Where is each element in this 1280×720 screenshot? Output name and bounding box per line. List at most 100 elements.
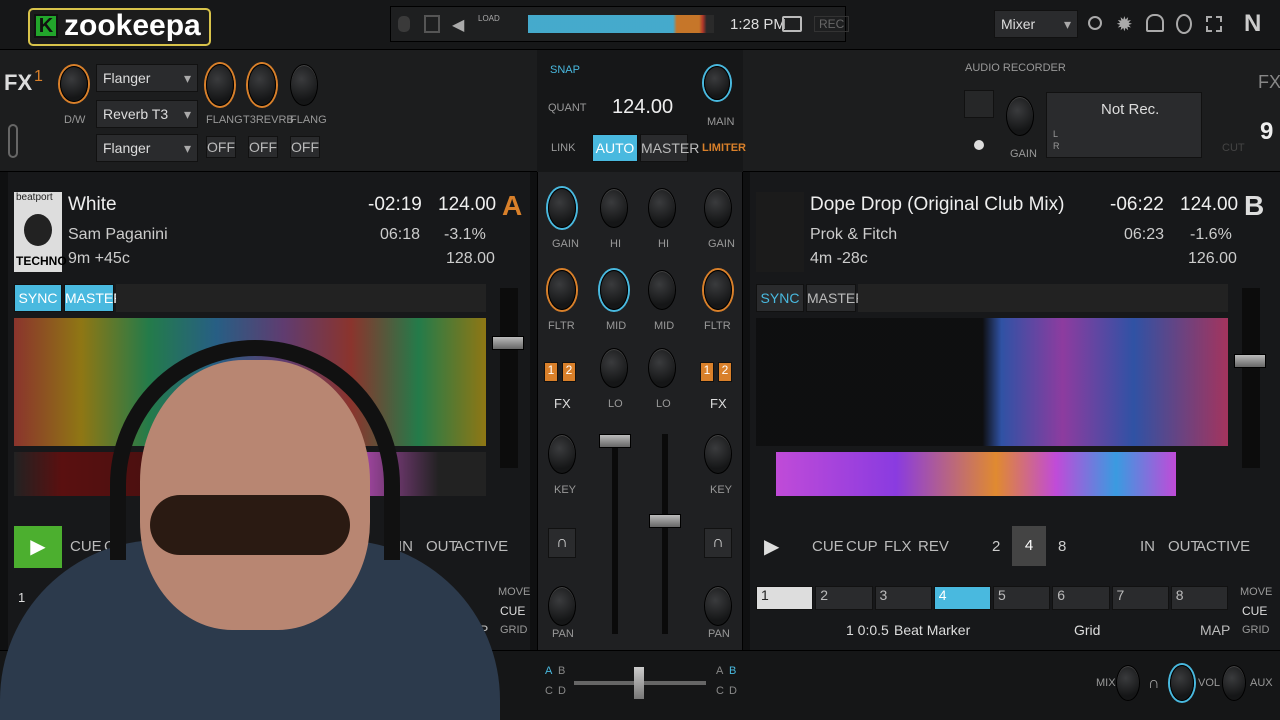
hotcue-2[interactable]: 2 (815, 586, 873, 610)
hotcue-3[interactable]: 3 (874, 586, 932, 610)
main-volume-knob[interactable] (704, 66, 730, 100)
info-icon[interactable] (1176, 14, 1192, 34)
key-knob-b[interactable] (704, 434, 732, 474)
auto-button[interactable]: AUTO (592, 134, 638, 162)
search-icon[interactable] (1088, 16, 1102, 30)
mid-knob-a[interactable] (600, 270, 628, 310)
pan-knob-b[interactable] (704, 586, 732, 626)
link-label[interactable]: LINK (551, 142, 575, 154)
snap-label[interactable]: SNAP (550, 64, 580, 76)
headphone-icon-a[interactable]: ∩ (548, 528, 576, 558)
limiter-label[interactable]: LIMITER (702, 142, 746, 154)
lo-knob-b[interactable] (648, 348, 676, 388)
cut-label[interactable]: CUT (1222, 142, 1245, 154)
quant-label[interactable]: QUANT (548, 102, 587, 114)
headphone-icon-b[interactable]: ∩ (704, 528, 732, 558)
filter-knob-b[interactable] (704, 270, 732, 310)
fx-knob-2[interactable] (248, 64, 276, 106)
dw-label: D/W (64, 114, 86, 126)
hi-label-b: HI (658, 238, 669, 250)
wireless-icon[interactable] (964, 90, 994, 118)
fx-off-2[interactable]: OFF (248, 136, 278, 158)
deck-b-loop-2[interactable]: 2 (992, 538, 1000, 555)
gain-knob-b[interactable] (704, 188, 732, 228)
hotcue-4[interactable]: 4 (933, 586, 991, 610)
deck-b-tempo-fader[interactable] (1234, 288, 1266, 468)
fx-unit-handle[interactable] (8, 124, 18, 158)
deck-a-title: White (68, 194, 117, 215)
deck-a-master[interactable]: MASTER (64, 284, 123, 312)
fx-off-3[interactable]: OFF (290, 136, 320, 158)
deck-b-cup[interactable]: CUP (846, 538, 878, 555)
fx-assign-a-2[interactable]: 2 (562, 362, 576, 382)
rec-label[interactable]: REC (814, 16, 850, 32)
hotcue-7[interactable]: 7 (1111, 586, 1169, 610)
master-clock-button[interactable]: MASTER (640, 134, 699, 162)
fx-off-1[interactable]: OFF (206, 136, 236, 158)
deck-b-grid-select[interactable]: Grid (1074, 622, 1100, 638)
recorder-gain-knob[interactable] (1006, 96, 1034, 136)
deck-b-loop-4[interactable]: 4 (1012, 526, 1046, 566)
master-bpm[interactable]: 124.00 (612, 96, 673, 119)
deck-b-beat-marker[interactable]: Beat Marker (894, 622, 970, 638)
deck-a-sync[interactable]: SYNC (14, 284, 62, 312)
layout-select[interactable]: Mixer (994, 10, 1078, 38)
hotcue-6[interactable]: 6 (1052, 586, 1110, 610)
power-icon[interactable] (398, 16, 410, 32)
deck-b-out[interactable]: OUT (1168, 538, 1200, 555)
grid-icon[interactable] (424, 15, 440, 33)
deck-b-waveform[interactable] (756, 318, 1228, 446)
fx-assign-b-2[interactable]: 2 (718, 362, 732, 382)
fx-slot-1[interactable]: Flanger (96, 64, 198, 92)
hotcue-1[interactable]: 1 (756, 586, 814, 610)
pan-knob-a[interactable] (548, 586, 576, 626)
deck-a-tempo-fader[interactable] (492, 288, 524, 468)
deck-b-master[interactable]: MASTER (806, 284, 865, 312)
xf-a-right: A (716, 665, 724, 677)
deck-b-cue[interactable]: CUE (812, 538, 844, 555)
deck-b-sync[interactable]: SYNC (756, 284, 804, 312)
clock: 1:28 PM (730, 16, 786, 33)
fx-slot-3[interactable]: Flanger (96, 134, 198, 162)
filter-knob-a[interactable] (548, 270, 576, 310)
deck-b-move-cue[interactable]: CUE (1242, 604, 1267, 618)
fx-assign-b-1[interactable]: 1 (700, 362, 714, 382)
deck-b-beat-bar[interactable] (858, 284, 1228, 312)
deck-a-beat-bar[interactable] (116, 284, 486, 312)
deck-b-rev[interactable]: REV (918, 538, 949, 555)
lo-knob-a[interactable] (600, 348, 628, 388)
deck-b-map[interactable]: MAP (1200, 622, 1230, 638)
key-knob-a[interactable] (548, 434, 576, 474)
deck-b-play-button[interactable]: ▶ (764, 534, 779, 559)
crossfader[interactable] (574, 667, 706, 699)
hi-knob-a[interactable] (600, 188, 628, 228)
deck-b-in[interactable]: IN (1140, 538, 1155, 555)
channel-fader-a[interactable] (599, 434, 631, 634)
fx-assign-a-1[interactable]: 1 (544, 362, 558, 382)
dw-knob[interactable] (60, 66, 88, 102)
rec-icon[interactable] (782, 16, 802, 32)
hi-knob-b[interactable] (648, 188, 676, 228)
speaker-icon[interactable]: ◀ (452, 15, 464, 35)
deck-a-artist: Sam Paganini (68, 226, 168, 243)
mid-knob-b[interactable] (648, 270, 676, 310)
deck-b-overview[interactable] (776, 452, 1176, 496)
fx-knob-3[interactable] (290, 64, 318, 106)
deck-b-flx[interactable]: FLX (884, 538, 912, 555)
deck-a-move-cue[interactable]: CUE (500, 604, 525, 618)
fullscreen-icon[interactable] (1206, 16, 1222, 32)
mix-knob[interactable] (1116, 665, 1140, 701)
vol-knob[interactable] (1170, 665, 1194, 701)
record-dot-icon[interactable] (974, 140, 984, 150)
hotcue-5[interactable]: 5 (993, 586, 1051, 610)
headset-icon[interactable] (1146, 14, 1164, 32)
gear-icon[interactable]: ✹ (1116, 12, 1133, 37)
hotcue-8[interactable]: 8 (1170, 586, 1228, 610)
deck-b-active[interactable]: ACTIVE (1196, 538, 1250, 555)
aux-knob[interactable] (1222, 665, 1246, 701)
fx-slot-2[interactable]: Reverb T3 (96, 100, 198, 128)
gain-knob-a[interactable] (548, 188, 576, 228)
channel-fader-b[interactable] (649, 434, 681, 634)
deck-b-loop-8[interactable]: 8 (1058, 538, 1066, 555)
fx-knob-1[interactable] (206, 64, 234, 106)
